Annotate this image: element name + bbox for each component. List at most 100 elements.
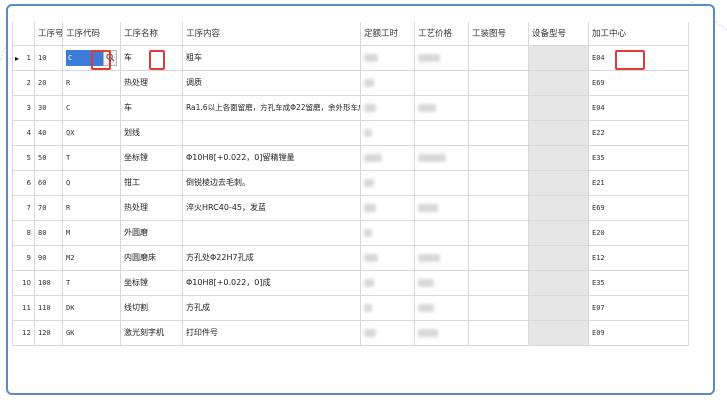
- cell-seq[interactable]: 90: [34, 244, 63, 271]
- row-number[interactable]: 7: [12, 194, 35, 221]
- cell-tooling[interactable]: [468, 219, 529, 246]
- code-lookup-field[interactable]: C: [66, 49, 117, 67]
- cell-quota-hours[interactable]: [360, 219, 415, 246]
- cell-name[interactable]: 内圆磨床: [120, 244, 183, 271]
- cell-tooling[interactable]: [468, 44, 529, 71]
- cell-quota-hours[interactable]: [360, 294, 415, 321]
- table-row[interactable]: 10 100 T 坐标镗 Φ10H8[+0.022，0]成 E35: [12, 269, 689, 296]
- cell-seq[interactable]: 70: [34, 194, 63, 221]
- cell-content[interactable]: 方孔处Φ22H7孔成: [182, 244, 361, 271]
- cell-price[interactable]: [414, 219, 469, 246]
- column-header-name[interactable]: 工序名称: [120, 22, 183, 46]
- cell-quota-hours[interactable]: [360, 94, 415, 121]
- table-row[interactable]: 12 120 GK 激光刻字机 打印件号 E09: [12, 319, 689, 346]
- column-header-content[interactable]: 工序内容: [182, 22, 361, 46]
- cell-center[interactable]: E12: [588, 244, 689, 271]
- cell-seq[interactable]: 50: [34, 144, 63, 171]
- cell-price[interactable]: [414, 119, 469, 146]
- cell-tooling[interactable]: [468, 294, 529, 321]
- cell-equipment[interactable]: [528, 69, 589, 96]
- cell-equipment[interactable]: [528, 44, 589, 71]
- cell-name[interactable]: 热处理: [120, 69, 183, 96]
- cell-name[interactable]: 车: [120, 94, 183, 121]
- cell-center[interactable]: E35: [588, 144, 689, 171]
- cell-center[interactable]: E69: [588, 69, 689, 96]
- lookup-button[interactable]: [103, 49, 117, 66]
- cell-code[interactable]: GK: [62, 319, 121, 346]
- column-header-equipment[interactable]: 设备型号: [528, 22, 589, 46]
- cell-price[interactable]: [414, 194, 469, 221]
- cell-center[interactable]: E04: [588, 44, 689, 71]
- cell-code[interactable]: DK: [62, 294, 121, 321]
- cell-code[interactable]: M2: [62, 244, 121, 271]
- cell-tooling[interactable]: [468, 319, 529, 346]
- cell-center[interactable]: E07: [588, 294, 689, 321]
- cell-tooling[interactable]: [468, 169, 529, 196]
- cell-price[interactable]: [414, 144, 469, 171]
- code-input[interactable]: C: [66, 49, 103, 66]
- cell-quota-hours[interactable]: [360, 119, 415, 146]
- cell-tooling[interactable]: [468, 144, 529, 171]
- cell-center[interactable]: E21: [588, 169, 689, 196]
- cell-quota-hours[interactable]: [360, 69, 415, 96]
- cell-name[interactable]: 车: [120, 44, 183, 71]
- cell-equipment[interactable]: [528, 144, 589, 171]
- cell-tooling[interactable]: [468, 69, 529, 96]
- row-number[interactable]: 12: [12, 319, 35, 346]
- cell-price[interactable]: [414, 269, 469, 296]
- cell-tooling[interactable]: [468, 119, 529, 146]
- cell-seq[interactable]: 30: [34, 94, 63, 121]
- cell-quota-hours[interactable]: [360, 44, 415, 71]
- cell-content[interactable]: 调质: [182, 69, 361, 96]
- cell-name[interactable]: 激光刻字机: [120, 319, 183, 346]
- column-header-code[interactable]: 工序代码: [62, 22, 121, 46]
- cell-equipment[interactable]: [528, 169, 589, 196]
- row-number[interactable]: 9: [12, 244, 35, 271]
- cell-center[interactable]: E09: [588, 319, 689, 346]
- cell-price[interactable]: [414, 69, 469, 96]
- cell-seq[interactable]: 20: [34, 69, 63, 96]
- cell-price[interactable]: [414, 169, 469, 196]
- row-number[interactable]: ▸ 1: [12, 44, 35, 71]
- cell-code[interactable]: T: [62, 269, 121, 296]
- cell-seq[interactable]: 80: [34, 219, 63, 246]
- cell-equipment[interactable]: [528, 319, 589, 346]
- column-header-center[interactable]: 加工中心: [588, 22, 689, 46]
- cell-content[interactable]: 淬火HRC40-45，发蓝: [182, 194, 361, 221]
- cell-equipment[interactable]: [528, 119, 589, 146]
- cell-center[interactable]: E69: [588, 194, 689, 221]
- cell-price[interactable]: [414, 294, 469, 321]
- row-number[interactable]: 5: [12, 144, 35, 171]
- row-number[interactable]: 6: [12, 169, 35, 196]
- cell-tooling[interactable]: [468, 94, 529, 121]
- row-number[interactable]: 4: [12, 119, 35, 146]
- row-number[interactable]: 2: [12, 69, 35, 96]
- cell-equipment[interactable]: [528, 194, 589, 221]
- cell-price[interactable]: [414, 94, 469, 121]
- cell-tooling[interactable]: [468, 194, 529, 221]
- cell-content[interactable]: Φ10H8[+0.022，0]成: [182, 269, 361, 296]
- cell-center[interactable]: E35: [588, 269, 689, 296]
- cell-content[interactable]: Ra1.6以上各面留磨，方孔车成Φ22留磨，余外形车成: [182, 94, 361, 121]
- column-header-seq[interactable]: 工序号: [34, 22, 63, 46]
- table-row[interactable]: 2 20 R 热处理 调质 E69: [12, 69, 689, 96]
- row-number[interactable]: 8: [12, 219, 35, 246]
- cell-equipment[interactable]: [528, 244, 589, 271]
- cell-content[interactable]: 方孔成: [182, 294, 361, 321]
- cell-seq[interactable]: 110: [34, 294, 63, 321]
- cell-equipment[interactable]: [528, 294, 589, 321]
- table-row[interactable]: 6 60 Q 钳工 倒锐棱边去毛刺。 E21: [12, 169, 689, 196]
- table-row[interactable]: 11 110 DK 线切割 方孔成 E07: [12, 294, 689, 321]
- cell-code[interactable]: R: [62, 69, 121, 96]
- cell-tooling[interactable]: [468, 269, 529, 296]
- cell-name[interactable]: 线切割: [120, 294, 183, 321]
- cell-tooling[interactable]: [468, 244, 529, 271]
- column-header-quota-hours[interactable]: 定额工时: [360, 22, 415, 46]
- cell-code[interactable]: Q: [62, 169, 121, 196]
- cell-quota-hours[interactable]: [360, 244, 415, 271]
- row-number[interactable]: 11: [12, 294, 35, 321]
- cell-name[interactable]: 钳工: [120, 169, 183, 196]
- cell-name[interactable]: 划线: [120, 119, 183, 146]
- cell-code[interactable]: M: [62, 219, 121, 246]
- cell-price[interactable]: [414, 244, 469, 271]
